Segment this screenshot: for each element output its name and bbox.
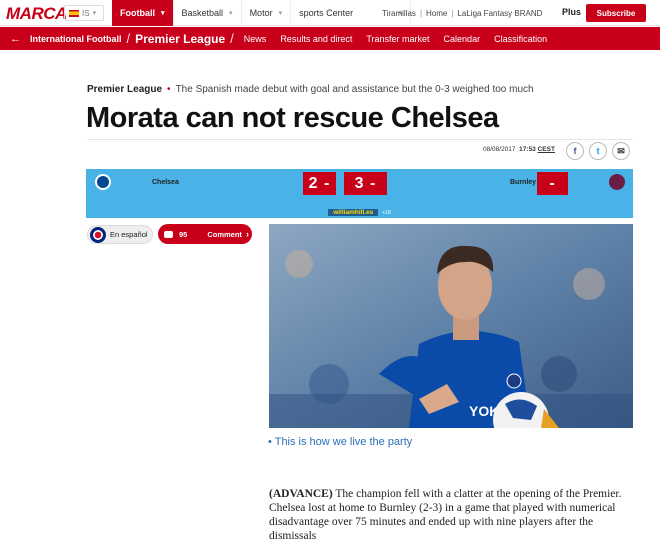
chevron-down-icon: ▾ — [92, 10, 97, 17]
arrow-left-icon[interactable]: ← — [10, 33, 24, 45]
subscribe-button[interactable]: Subscribe — [586, 4, 646, 22]
subnav-classification[interactable]: Classification — [494, 34, 547, 44]
spain-flag-icon — [69, 9, 79, 17]
uk-flag-icon — [90, 226, 106, 243]
article-kicker-line: Premier League • The Spanish made debut wi… — [87, 84, 534, 95]
chevron-down-icon: ▾ — [278, 10, 283, 17]
email-share-icon[interactable]: ✉ — [612, 142, 630, 160]
divider — [87, 139, 633, 140]
top-bar: MARCA IS ▾ Football ▾ Basketball ▾ Motor ▾ … — [0, 0, 660, 26]
chelsea-crest-icon — [95, 174, 111, 190]
nav-item-basketball[interactable]: Basketball ▾ — [174, 0, 242, 26]
away-team-name: Burnley — [510, 179, 537, 186]
article-lead: (ADVANCE) — [269, 488, 333, 500]
comment-count: 95 — [179, 229, 188, 239]
publish-datetime: 08/08/2017 17:53 CEST — [483, 146, 555, 153]
article-title: Morata can not rescue Chelsea — [86, 102, 499, 134]
sponsor-logo: williamhill.es — [328, 209, 379, 216]
age-restriction: +18 — [382, 209, 391, 216]
match-scoreboard[interactable]: Chelsea 2 - 3 - Burnley - — [86, 169, 633, 207]
related-link[interactable]: • This is how we live the party — [268, 436, 412, 448]
edition-label: IS — [82, 8, 90, 18]
home-score: 2 - — [303, 172, 336, 195]
article-body: (ADVANCE) The champion fell with a clatt… — [269, 487, 633, 543]
section-premier-league[interactable]: Premier League — [135, 32, 225, 46]
subnav-news[interactable]: News — [244, 34, 267, 44]
away-score: 3 - — [344, 172, 387, 195]
home-team-name: Chelsea — [152, 179, 179, 186]
comment-label: Comment — [207, 229, 242, 239]
away-score-box: - — [537, 172, 568, 195]
subnav-transfer-market[interactable]: Transfer market — [366, 34, 429, 44]
nav-item-motor[interactable]: Motor ▾ — [242, 0, 292, 26]
chevron-down-icon: ▾ — [229, 10, 233, 17]
nav-item-football[interactable]: Football ▾ — [112, 0, 174, 26]
top-links: Tiramillas | Home | LaLiga Fantasy BRAND — [382, 8, 543, 18]
marca-logo[interactable]: MARCA — [6, 4, 67, 24]
link-tiramillas[interactable]: Tiramillas — [382, 9, 416, 18]
subnav-results[interactable]: Results and direct — [280, 34, 352, 44]
chevron-down-icon: ▾ — [161, 10, 165, 17]
comment-bubble-icon — [164, 230, 173, 238]
plus-link[interactable]: Plus — [562, 7, 581, 17]
language-label: En español — [110, 230, 148, 239]
article-summary: The Spanish made debut with goal and ass… — [175, 84, 534, 95]
edition-selector[interactable]: IS ▾ — [64, 5, 104, 21]
article-kicker[interactable]: Premier League — [87, 84, 162, 95]
twitter-share-icon[interactable]: t — [589, 142, 607, 160]
link-laliga-fantasy[interactable]: LaLiga Fantasy BRAND — [457, 9, 542, 18]
chevron-right-icon: › — [245, 229, 249, 239]
burnley-crest-icon — [609, 174, 625, 190]
link-home[interactable]: Home — [426, 9, 447, 18]
section-bar: ← International Football / Premier Leagu… — [0, 27, 660, 50]
top-navigation: Football ▾ Basketball ▾ Motor ▾ sports Cent… — [112, 0, 412, 26]
comment-button[interactable]: 95 Comment › — [158, 224, 252, 244]
language-switch[interactable]: En español — [87, 225, 153, 244]
facebook-share-icon[interactable]: f — [566, 142, 584, 160]
sponsor-strip[interactable]: williamhill.es +18 — [86, 207, 633, 218]
subnav-calendar[interactable]: Calendar — [444, 34, 481, 44]
article-photo[interactable]: YOKO — [269, 224, 633, 428]
player-photo-illustration: YOKO — [269, 224, 633, 428]
section-international-football[interactable]: International Football — [30, 34, 122, 44]
